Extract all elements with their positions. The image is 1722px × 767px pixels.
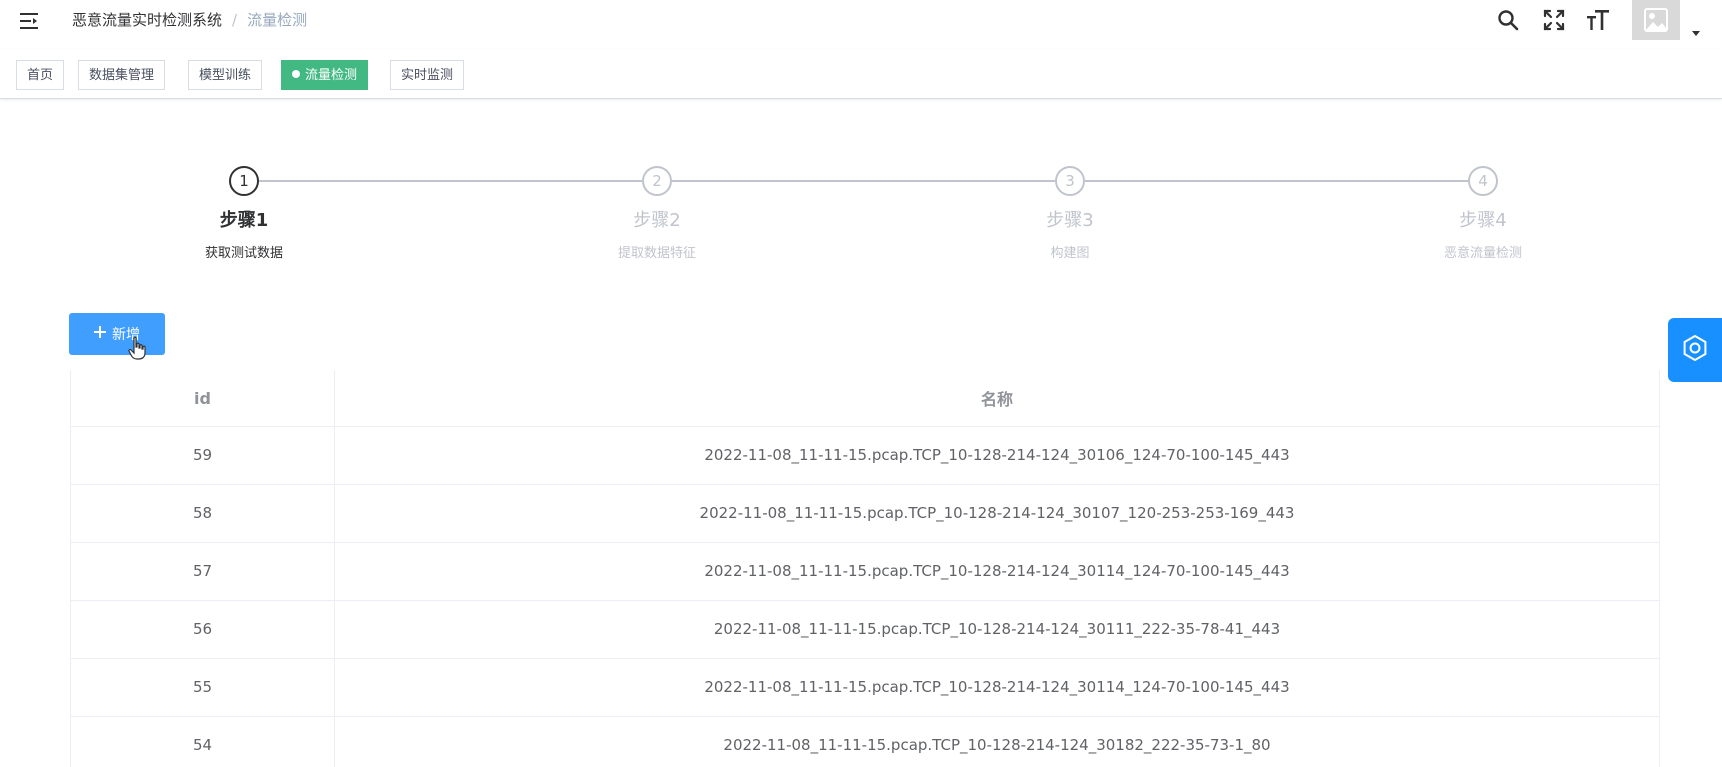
cell-id: 57 — [71, 542, 335, 600]
step-1-description: 获取测试数据 — [204, 246, 283, 261]
breadcrumb-current: 流量检测 — [247, 11, 308, 29]
step-connector — [672, 180, 1055, 182]
breadcrumb-separator: / — [232, 11, 238, 29]
column-header-id: id — [71, 370, 335, 426]
navbar: 恶意流量实时检测系统 / 流量检测 — [0, 0, 1722, 50]
cell-name: 2022-11-08_11-11-15.pcap.TCP_10-128-214-… — [704, 446, 1290, 464]
tags-view: 首页 数据集管理 模型训练 流量检测 实时监测 — [0, 50, 1722, 99]
cell-name: 2022-11-08_11-11-15.pcap.TCP_10-128-214-… — [704, 562, 1290, 580]
tag-home[interactable]: 首页 — [16, 60, 65, 90]
step-1-icon: 1 — [229, 166, 259, 196]
step-4-title: 步骤4 — [1459, 210, 1507, 231]
cell-name: 2022-11-08_11-11-15.pcap.TCP_10-128-214-… — [699, 504, 1295, 522]
cell-name: 2022-11-08_11-11-15.pcap.TCP_10-128-214-… — [723, 736, 1271, 754]
add-button[interactable]: 新增 — [69, 313, 165, 355]
step-connector — [259, 180, 642, 182]
search-icon[interactable] — [1494, 6, 1522, 34]
cell-id: 56 — [71, 600, 335, 658]
caret-down-icon[interactable] — [1690, 24, 1702, 36]
plus-icon — [94, 326, 106, 342]
column-header-name: 名称 — [980, 390, 1013, 409]
step-4-description: 恶意流量检测 — [1443, 246, 1522, 261]
breadcrumb: 恶意流量实时检测系统 / 流量检测 — [72, 9, 307, 31]
cell-name: 2022-11-08_11-11-15.pcap.TCP_10-128-214-… — [713, 620, 1281, 638]
step-2-icon: 2 — [642, 166, 672, 196]
step-3-description: 构建图 — [1050, 246, 1090, 261]
settings-button[interactable] — [1668, 318, 1722, 382]
hamburger-icon[interactable] — [18, 10, 40, 32]
tag-traffic-detection[interactable]: 流量检测 — [281, 60, 369, 90]
tag-label: 数据集管理 — [89, 68, 155, 83]
breadcrumb-root[interactable]: 恶意流量实时检测系统 — [72, 11, 222, 29]
table-row[interactable]: 56 2022-11-08_11-11-15.pcap.TCP_10-128-2… — [71, 600, 1659, 659]
tag-label: 流量检测 — [305, 68, 358, 83]
table-row[interactable]: 54 2022-11-08_11-11-15.pcap.TCP_10-128-2… — [71, 716, 1659, 767]
table-row[interactable]: 57 2022-11-08_11-11-15.pcap.TCP_10-128-2… — [71, 542, 1659, 601]
step-3-icon: 3 — [1055, 166, 1085, 196]
cell-name: 2022-11-08_11-11-15.pcap.TCP_10-128-214-… — [704, 678, 1290, 696]
table-header: id 名称 — [71, 370, 1659, 427]
cell-id: 59 — [71, 426, 335, 484]
steps: 1 步骤1 获取测试数据 2 步骤2 提取数据特征 3 步骤3 构建图 4 步骤… — [0, 160, 1722, 270]
tag-label: 实时监测 — [401, 68, 454, 83]
tag-realtime-monitoring[interactable]: 实时监测 — [390, 60, 465, 90]
cell-id: 55 — [71, 658, 335, 716]
step-3-title: 步骤3 — [1046, 210, 1094, 231]
fullscreen-icon[interactable] — [1540, 6, 1568, 34]
hand-cursor-icon — [128, 336, 146, 360]
step-1-title: 步骤1 — [219, 210, 269, 231]
step-2-title: 步骤2 — [633, 210, 681, 231]
font-size-icon[interactable] — [1584, 6, 1612, 34]
tag-model-training[interactable]: 模型训练 — [188, 60, 263, 90]
settings-icon — [1681, 334, 1709, 366]
tag-label: 首页 — [27, 68, 54, 83]
step-4-icon: 4 — [1468, 166, 1498, 196]
active-dot-icon — [292, 70, 300, 78]
step-2-description: 提取数据特征 — [617, 246, 696, 261]
table-row[interactable]: 58 2022-11-08_11-11-15.pcap.TCP_10-128-2… — [71, 484, 1659, 543]
tag-dataset-management[interactable]: 数据集管理 — [78, 60, 166, 90]
table-row[interactable]: 59 2022-11-08_11-11-15.pcap.TCP_10-128-2… — [71, 426, 1659, 485]
cell-id: 58 — [71, 484, 335, 542]
cell-id: 54 — [71, 716, 335, 767]
table-row[interactable]: 55 2022-11-08_11-11-15.pcap.TCP_10-128-2… — [71, 658, 1659, 717]
tag-label: 模型训练 — [199, 68, 252, 83]
avatar[interactable] — [1632, 0, 1680, 40]
step-connector — [1085, 180, 1468, 182]
data-table: id 名称 59 2022-11-08_11-11-15.pcap.TCP_10… — [70, 370, 1660, 767]
